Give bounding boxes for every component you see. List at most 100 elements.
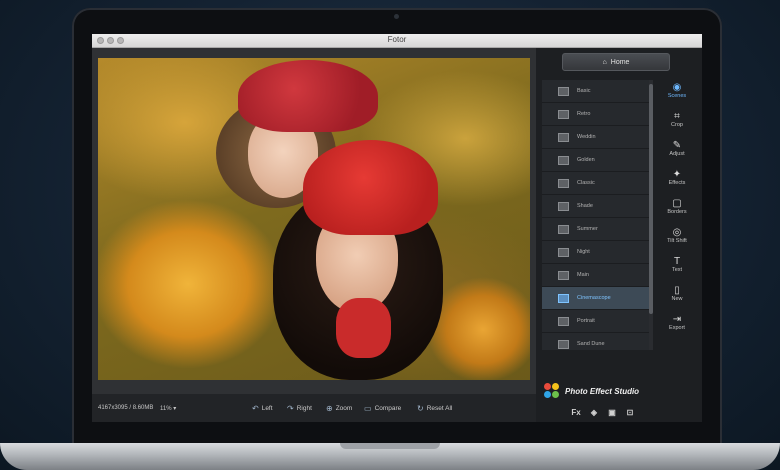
- webcam-icon: [394, 14, 399, 19]
- effect-thumbnail-icon: [558, 201, 569, 211]
- effect-label: Weddin: [577, 134, 596, 140]
- nav-item-text[interactable]: T Text: [654, 250, 700, 279]
- nav-label: Effects: [668, 180, 686, 186]
- compare-label: Compare: [374, 404, 402, 412]
- nav-item-scenes[interactable]: ◉ Scenes: [654, 76, 700, 105]
- crop-icon: ⌗: [674, 111, 680, 122]
- export-icon: ⇥: [672, 314, 682, 325]
- effect-label: Summer: [577, 226, 598, 232]
- nav-item-tilt-shift[interactable]: ◎ Tilt Shift: [654, 221, 700, 250]
- tool-nav: ◉ Scenes ⌗ Crop ✎ Adjust ✦ Effects ▢ Borders ◎ Tilt…: [654, 76, 700, 337]
- effect-item[interactable]: Sand Dune: [542, 333, 649, 350]
- effect-item[interactable]: Classic: [542, 172, 649, 195]
- effect-label: Sand Dune: [577, 341, 605, 347]
- effect-thumbnail-icon: [558, 86, 569, 96]
- status-bar: 4167x3095 / 8.60MB 11% ▾ ↶ Left ↷ Right …: [92, 394, 536, 422]
- nav-label: Export: [669, 325, 685, 331]
- nav-item-borders[interactable]: ▢ Borders: [654, 192, 700, 221]
- adjust-icon: ✎: [672, 140, 682, 151]
- effect-label: Golden: [577, 157, 595, 163]
- effect-thumbnail-icon: [558, 224, 569, 234]
- reset-all-label: Reset All: [426, 404, 453, 412]
- frame-icon[interactable]: ▣: [606, 408, 618, 417]
- new-icon: ▯: [674, 285, 680, 296]
- nav-label: Text: [671, 267, 683, 273]
- bottom-toolbar: Fx ◈ ▣ ⊡: [570, 408, 636, 417]
- effects-icon: ✦: [672, 169, 682, 180]
- effect-item[interactable]: Shade: [542, 195, 649, 218]
- photo-leaves-left: [98, 188, 298, 380]
- laptop-base: [0, 443, 780, 470]
- brand: Photo Effect Studio: [544, 380, 639, 402]
- photo-woman-hat: [303, 140, 438, 235]
- tilt-shift-icon: ◎: [672, 227, 682, 238]
- nav-item-adjust[interactable]: ✎ Adjust: [654, 134, 700, 163]
- nav-label: Tilt Shift: [667, 238, 687, 244]
- effect-label: Shade: [577, 203, 593, 209]
- effect-item[interactable]: Main: [542, 264, 649, 287]
- right-panel: ⌂ Home Basic Retro Weddin Golden Classic Shad…: [536, 48, 702, 422]
- effect-thumbnail-icon: [558, 316, 569, 326]
- rotate-right-label: Right: [296, 404, 312, 412]
- nav-item-new[interactable]: ▯ New: [654, 279, 700, 308]
- zoom-icon: ⊕: [326, 403, 333, 413]
- effect-item[interactable]: Retro: [542, 103, 649, 126]
- nav-label: Scenes: [667, 93, 687, 99]
- crop-square-icon[interactable]: ⊡: [624, 408, 636, 417]
- effect-item[interactable]: Night: [542, 241, 649, 264]
- rotate-left-button[interactable]: ↶ Left: [252, 402, 273, 414]
- effect-label: Basic: [577, 88, 591, 94]
- reset-all-button[interactable]: ↻ Reset All: [417, 402, 452, 414]
- rotate-right-icon: ↷: [287, 403, 294, 413]
- effect-item[interactable]: Portrait: [542, 310, 649, 333]
- home-button[interactable]: ⌂ Home: [562, 53, 670, 71]
- effect-item[interactable]: Golden: [542, 149, 649, 172]
- app-window: Fotor 4167x3095 / 8.60MB 11% ▾ ↶ Left ↷ …: [92, 34, 702, 422]
- nav-label: Crop: [671, 122, 683, 128]
- image-info: 4167x3095 / 8.60MB: [98, 405, 154, 411]
- effect-thumbnail-icon: [558, 247, 569, 257]
- effect-item[interactable]: Summer: [542, 218, 649, 241]
- diamond-icon[interactable]: ◈: [588, 408, 600, 417]
- effect-item[interactable]: Cinemascope: [542, 287, 649, 310]
- effect-item[interactable]: Basic: [542, 80, 649, 103]
- effect-label: Night: [577, 249, 590, 255]
- fx-icon[interactable]: Fx: [570, 408, 582, 417]
- effect-list-scrollbar[interactable]: [649, 80, 653, 350]
- zoom-label: Zoom: [335, 404, 353, 412]
- effect-list: Basic Retro Weddin Golden Classic Shade Summer…: [542, 80, 649, 350]
- nav-item-crop[interactable]: ⌗ Crop: [654, 105, 700, 134]
- effect-label: Cinemascope: [577, 295, 611, 301]
- compare-button[interactable]: ▭ Compare: [364, 402, 401, 414]
- effect-thumbnail-icon: [558, 293, 569, 303]
- effect-thumbnail-icon: [558, 132, 569, 142]
- window-title: Fotor: [387, 35, 407, 44]
- brand-logo-icon: [544, 383, 560, 399]
- effect-thumbnail-icon: [558, 339, 569, 349]
- photo-preview[interactable]: [98, 58, 530, 380]
- laptop-notch: [340, 443, 440, 449]
- rotate-right-button[interactable]: ↷ Right: [287, 402, 312, 414]
- borders-icon: ▢: [672, 198, 682, 209]
- scrollbar-thumb[interactable]: [649, 84, 653, 314]
- zoom-button[interactable]: ⊕ Zoom: [326, 402, 352, 414]
- effect-thumbnail-icon: [558, 270, 569, 280]
- brand-name: Photo Effect Studio: [565, 386, 640, 396]
- text-icon: T: [673, 256, 681, 267]
- photo-girl-hat: [238, 60, 378, 132]
- compare-icon: ▭: [364, 403, 372, 413]
- zoom-level-dropdown[interactable]: 11% ▾: [160, 405, 176, 412]
- nav-label: Borders: [667, 209, 687, 215]
- effect-item[interactable]: Weddin: [542, 126, 649, 149]
- home-label: Home: [610, 58, 630, 66]
- photo-leaves-right: [428, 268, 530, 380]
- nav-item-effects[interactable]: ✦ Effects: [654, 163, 700, 192]
- rotate-left-icon: ↶: [252, 403, 259, 413]
- window-titlebar: Fotor: [92, 34, 702, 48]
- effect-label: Main: [577, 272, 589, 278]
- nav-label: Adjust: [669, 151, 685, 157]
- nav-item-export[interactable]: ⇥ Export: [654, 308, 700, 337]
- reset-icon: ↻: [417, 403, 424, 413]
- effect-thumbnail-icon: [558, 155, 569, 165]
- photo-scarf: [336, 298, 391, 358]
